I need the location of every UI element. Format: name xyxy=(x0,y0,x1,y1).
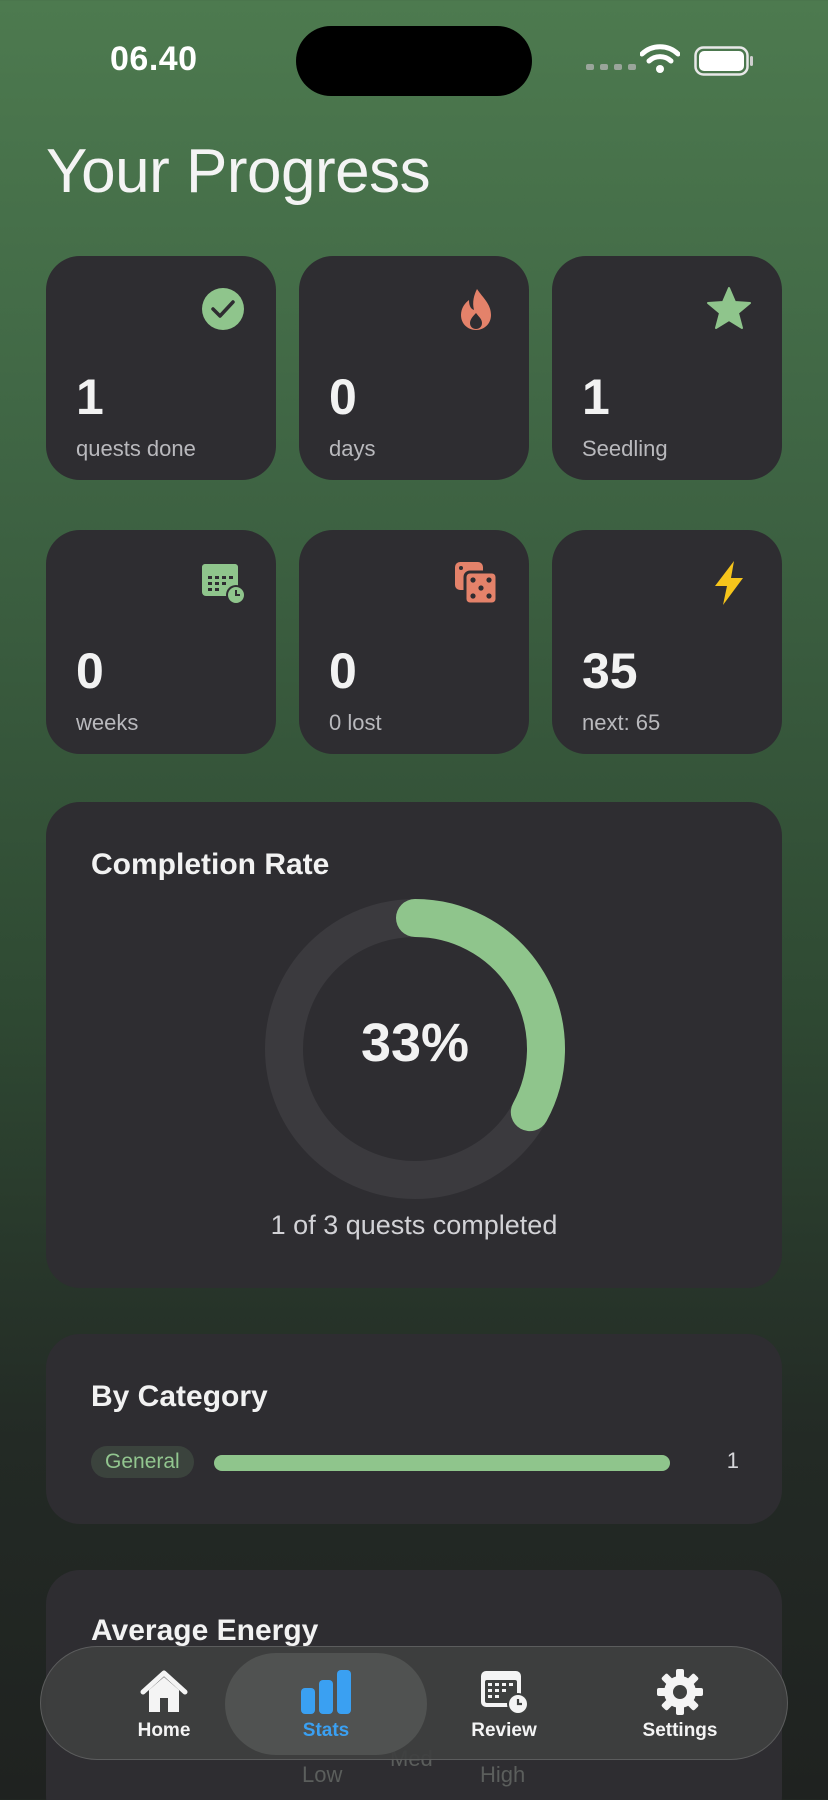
stat-label: 0 lost xyxy=(329,710,382,735)
tab-settings[interactable]: Settings xyxy=(611,1647,749,1761)
section-title: By Category xyxy=(91,1380,268,1413)
stat-label: Seedling xyxy=(582,436,668,461)
wifi-icon xyxy=(640,44,680,73)
check-circle-icon xyxy=(202,288,244,330)
stat-label: quests done xyxy=(76,436,196,461)
calendar-clock-icon xyxy=(481,1671,529,1715)
completion-rate-card: Completion Rate 33% 1 of 3 quests comple… xyxy=(46,802,782,1288)
by-category-card: By Category General 1 xyxy=(46,1334,782,1524)
category-count: 1 xyxy=(726,1448,739,1473)
battery-icon xyxy=(694,46,753,76)
cellular-signal-icon xyxy=(586,64,636,70)
stat-label: weeks xyxy=(76,710,139,735)
stat-card-level[interactable]: 1 Seedling xyxy=(552,256,782,480)
stat-value: 1 xyxy=(76,369,104,425)
calendar-clock-icon xyxy=(202,564,246,605)
stat-label: days xyxy=(329,436,376,461)
energy-label-low: Low xyxy=(302,1762,343,1787)
dynamic-island xyxy=(296,26,532,96)
stat-value: 0 xyxy=(329,643,357,699)
section-title: Average Energy xyxy=(91,1614,319,1647)
stat-label: next: 65 xyxy=(582,710,661,735)
tab-label: Settings xyxy=(642,1720,718,1741)
stat-card-weeks[interactable]: 0 weeks xyxy=(46,530,276,754)
status-time: 06.40 xyxy=(110,40,198,78)
tab-bar: Home Stats Review Settings xyxy=(40,1646,788,1760)
home-icon xyxy=(140,1670,188,1712)
section-title: Completion Rate xyxy=(91,848,330,881)
tab-home[interactable]: Home xyxy=(95,1647,233,1761)
category-bar-fill xyxy=(214,1455,670,1471)
tab-stats[interactable]: Stats xyxy=(227,1647,425,1761)
gear-icon xyxy=(657,1669,703,1715)
category-bar xyxy=(214,1455,670,1471)
completion-caption: 1 of 3 quests completed xyxy=(270,1210,558,1240)
stat-card-streak-days[interactable]: 0 days xyxy=(299,256,529,480)
tab-label: Stats xyxy=(302,1720,350,1741)
lightning-icon xyxy=(715,561,743,605)
star-icon xyxy=(707,287,751,329)
stat-card-quests-done[interactable]: 1 quests done xyxy=(46,256,276,480)
status-bar: 06.40 xyxy=(0,0,828,110)
stat-value: 0 xyxy=(76,643,104,699)
flame-icon xyxy=(461,289,491,330)
energy-label-high: High xyxy=(480,1762,526,1787)
dice-icon xyxy=(455,562,499,606)
tab-label: Home xyxy=(137,1720,191,1741)
completion-percent: 33% xyxy=(360,1013,470,1073)
category-pill: General xyxy=(91,1446,194,1478)
stat-value: 0 xyxy=(329,369,357,425)
category-row[interactable]: General 1 xyxy=(91,1446,751,1480)
tab-label: Review xyxy=(471,1720,537,1741)
stat-card-lost[interactable]: 0 0 lost xyxy=(299,530,529,754)
tab-review[interactable]: Review xyxy=(435,1647,573,1761)
page-title: Your Progress xyxy=(46,137,431,206)
stat-value: 1 xyxy=(582,369,610,425)
stat-value: 35 xyxy=(582,643,638,699)
bar-chart-icon xyxy=(301,1670,351,1714)
stat-card-xp[interactable]: 35 next: 65 xyxy=(552,530,782,754)
